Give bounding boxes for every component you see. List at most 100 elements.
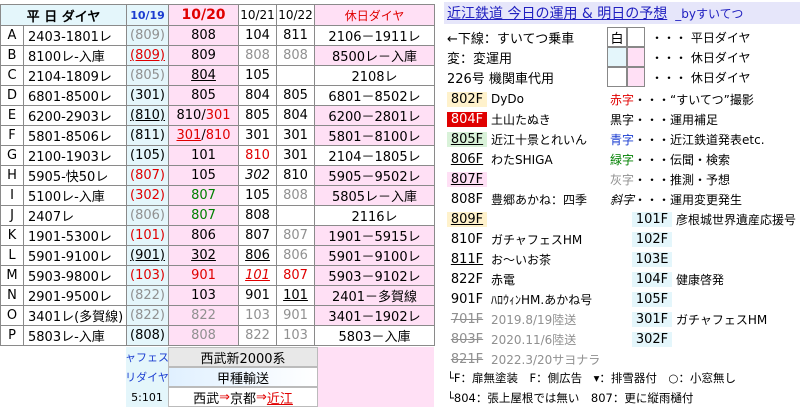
car-id: 802F xyxy=(447,91,487,107)
car-id: 822F xyxy=(447,271,487,287)
prev-day-car: (805) xyxy=(126,65,170,86)
table-row: E 6200-2903レ (810) 810/301 805 804 6200－2801レ xyxy=(0,105,436,126)
table-row: K 1901-5300レ (101) 806 807 807 1901－5915レ xyxy=(0,225,436,246)
car-name: 赤電 xyxy=(491,272,516,287)
white-swatch xyxy=(607,67,627,87)
row-key: F xyxy=(0,125,24,146)
holiday-diagram: 2106－1911レ xyxy=(314,25,436,46)
loco-list-item: 103E xyxy=(607,249,801,269)
bottom-mid-1: 西武新2000系 xyxy=(168,347,318,367)
day-after-car: 301 xyxy=(276,145,316,166)
day-after-car: 807 xyxy=(276,265,316,286)
table-row: D 6801-8500レ (301) 805 804 805 6801－8502レ xyxy=(0,85,436,106)
tomorrow-car: 101 xyxy=(238,265,278,286)
car-list-item: 901F ﾊﾛｳｨﾝHM.あかね号 xyxy=(444,289,604,309)
screen: 平 日 ダイヤ 10/19 10/20 10/21 10/22 休日ダイヤ A2… xyxy=(0,0,801,410)
tomorrow-car: 105 xyxy=(238,65,278,86)
car-id: 811F xyxy=(447,251,487,267)
weekday-diagram: 6200-2903レ xyxy=(22,105,128,126)
holiday-diagram: 5905－9502レ xyxy=(314,165,436,186)
car-name: ガチャフェスHM xyxy=(491,232,583,247)
today-car: 105 xyxy=(168,165,240,186)
loco-id: 104F xyxy=(632,271,672,287)
style-legend: 赤字 ・・・“すいてつ”撮影 黒字 ・・・運用補足 青字 ・・・近江鉄道発表etc. … xyxy=(610,92,765,207)
prev-day-car: (302) xyxy=(126,185,170,206)
car-name: わたSHIGA xyxy=(491,152,553,167)
today-car: 901 xyxy=(168,265,240,286)
car-name: 豊郷あかね：四季 xyxy=(491,192,588,207)
loco-list-item: 102F xyxy=(607,229,801,249)
date-1021-header: 10/21 xyxy=(238,4,278,26)
weekday-diagram: 6801-8500レ xyxy=(22,85,128,106)
loco-id: 302F xyxy=(632,331,672,347)
holiday-diagram: 3401－1902レ xyxy=(314,305,436,326)
day-after-car xyxy=(276,65,316,86)
tomorrow-car: 104 xyxy=(238,25,278,46)
loco-id: 103E xyxy=(632,251,672,267)
row-key: M xyxy=(0,265,24,286)
weekday-diagram: 2407レ xyxy=(22,205,128,226)
tomorrow-car: 822 xyxy=(238,325,278,346)
row-key: I xyxy=(0,185,24,206)
day-after-car: 804 xyxy=(276,105,316,126)
holiday-diagram: 5803－入庫 xyxy=(314,325,436,346)
car-name: 2019.8/19陸送 xyxy=(491,312,577,327)
table-row: O 3401レ(多賀線) (822) 822 103 901 3401－1902レ xyxy=(0,305,436,326)
table-row: H 5905-快50レ (807) 105 302 810 5905－9502レ xyxy=(0,165,436,186)
prev-day-car: (901) xyxy=(126,245,170,266)
table-row: B 8100レ-入庫 (809) 809 808 808 8500レ－入庫 xyxy=(0,45,436,66)
weekday-swatch: 白 xyxy=(607,27,627,47)
prev-day-car: (105) xyxy=(126,145,170,166)
weekday-diagram: 2403-1801レ xyxy=(22,25,128,46)
table-row: N 2901-9500レ (822) 103 901 101 2401－多賀線 xyxy=(0,285,436,306)
bottom-left-2: リダイヤ xyxy=(126,371,168,384)
pink-swatch xyxy=(627,47,645,67)
car-name: お～いお茶 xyxy=(491,252,552,267)
car-name: DyDo xyxy=(491,92,524,106)
car-list-item: 822F 赤電 xyxy=(444,269,604,289)
legend-holiday-1: ・・・ 休日ダイヤ xyxy=(651,50,751,65)
tomorrow-car: 808 xyxy=(238,45,278,66)
holiday-diagram: 2116レ xyxy=(314,205,436,226)
today-car: 809 xyxy=(168,45,240,66)
table-row: L 5901-9100レ (901) 302 806 806 5901－9100レ xyxy=(0,245,436,266)
car-id: 805F xyxy=(447,131,487,147)
holiday-diagram: 1901－5915レ xyxy=(314,225,436,246)
legend-weekday: ・・・ 平日ダイヤ xyxy=(651,30,751,45)
legend-holiday-2: ・・・ 休日ダイヤ xyxy=(651,70,751,85)
prev-day-car: (103) xyxy=(126,265,170,286)
today-car: 806 xyxy=(168,225,240,246)
tomorrow-car: 806 xyxy=(238,245,278,266)
loco-id: 102F xyxy=(632,231,672,247)
day-after-car: 103 xyxy=(276,325,316,346)
today-car: 103 xyxy=(168,285,240,306)
tomorrow-car: 807 xyxy=(238,225,278,246)
holiday-diagram: 6200－2801レ xyxy=(314,105,436,126)
today-car: 822 xyxy=(168,305,240,326)
table-row: P 5803レ-入庫 (808) 808 822 103 5803－入庫 xyxy=(0,325,436,346)
prev-day-car: (811) xyxy=(126,125,170,146)
today-car: 807 xyxy=(168,185,240,206)
day-after-car: 101 xyxy=(276,285,316,306)
holiday-diagram: 5901－9100レ xyxy=(314,245,436,266)
weekday-diagram: 5803レ-入庫 xyxy=(22,325,128,346)
weekday-diagram: 5905-快50レ xyxy=(22,165,128,186)
pink-swatch-2 xyxy=(627,67,645,87)
car-id: 804F xyxy=(447,111,487,127)
holiday-diagram: 5903－9102レ xyxy=(314,265,436,286)
car-name: 2020.11/6陸送 xyxy=(491,332,577,347)
car-id: 901F xyxy=(447,291,487,307)
row-key: L xyxy=(0,245,24,266)
prev-day-car: (806) xyxy=(126,205,170,226)
bottom-left-1: ャフェス xyxy=(126,351,168,364)
car-list-item: 809F xyxy=(444,209,604,229)
weekday-diagram: 2104-1809レ xyxy=(22,65,128,86)
day-after-car: 805 xyxy=(276,85,316,106)
loco-name: ガチャフェスHM xyxy=(676,312,768,327)
blue-swatch xyxy=(607,47,627,67)
car-id: 806F xyxy=(447,151,487,167)
prev-day-car: (101) xyxy=(126,225,170,246)
day-after-car: 810 xyxy=(276,165,316,186)
car-list-item: 811F お～いお茶 xyxy=(444,249,604,269)
row-key: C xyxy=(0,65,24,86)
